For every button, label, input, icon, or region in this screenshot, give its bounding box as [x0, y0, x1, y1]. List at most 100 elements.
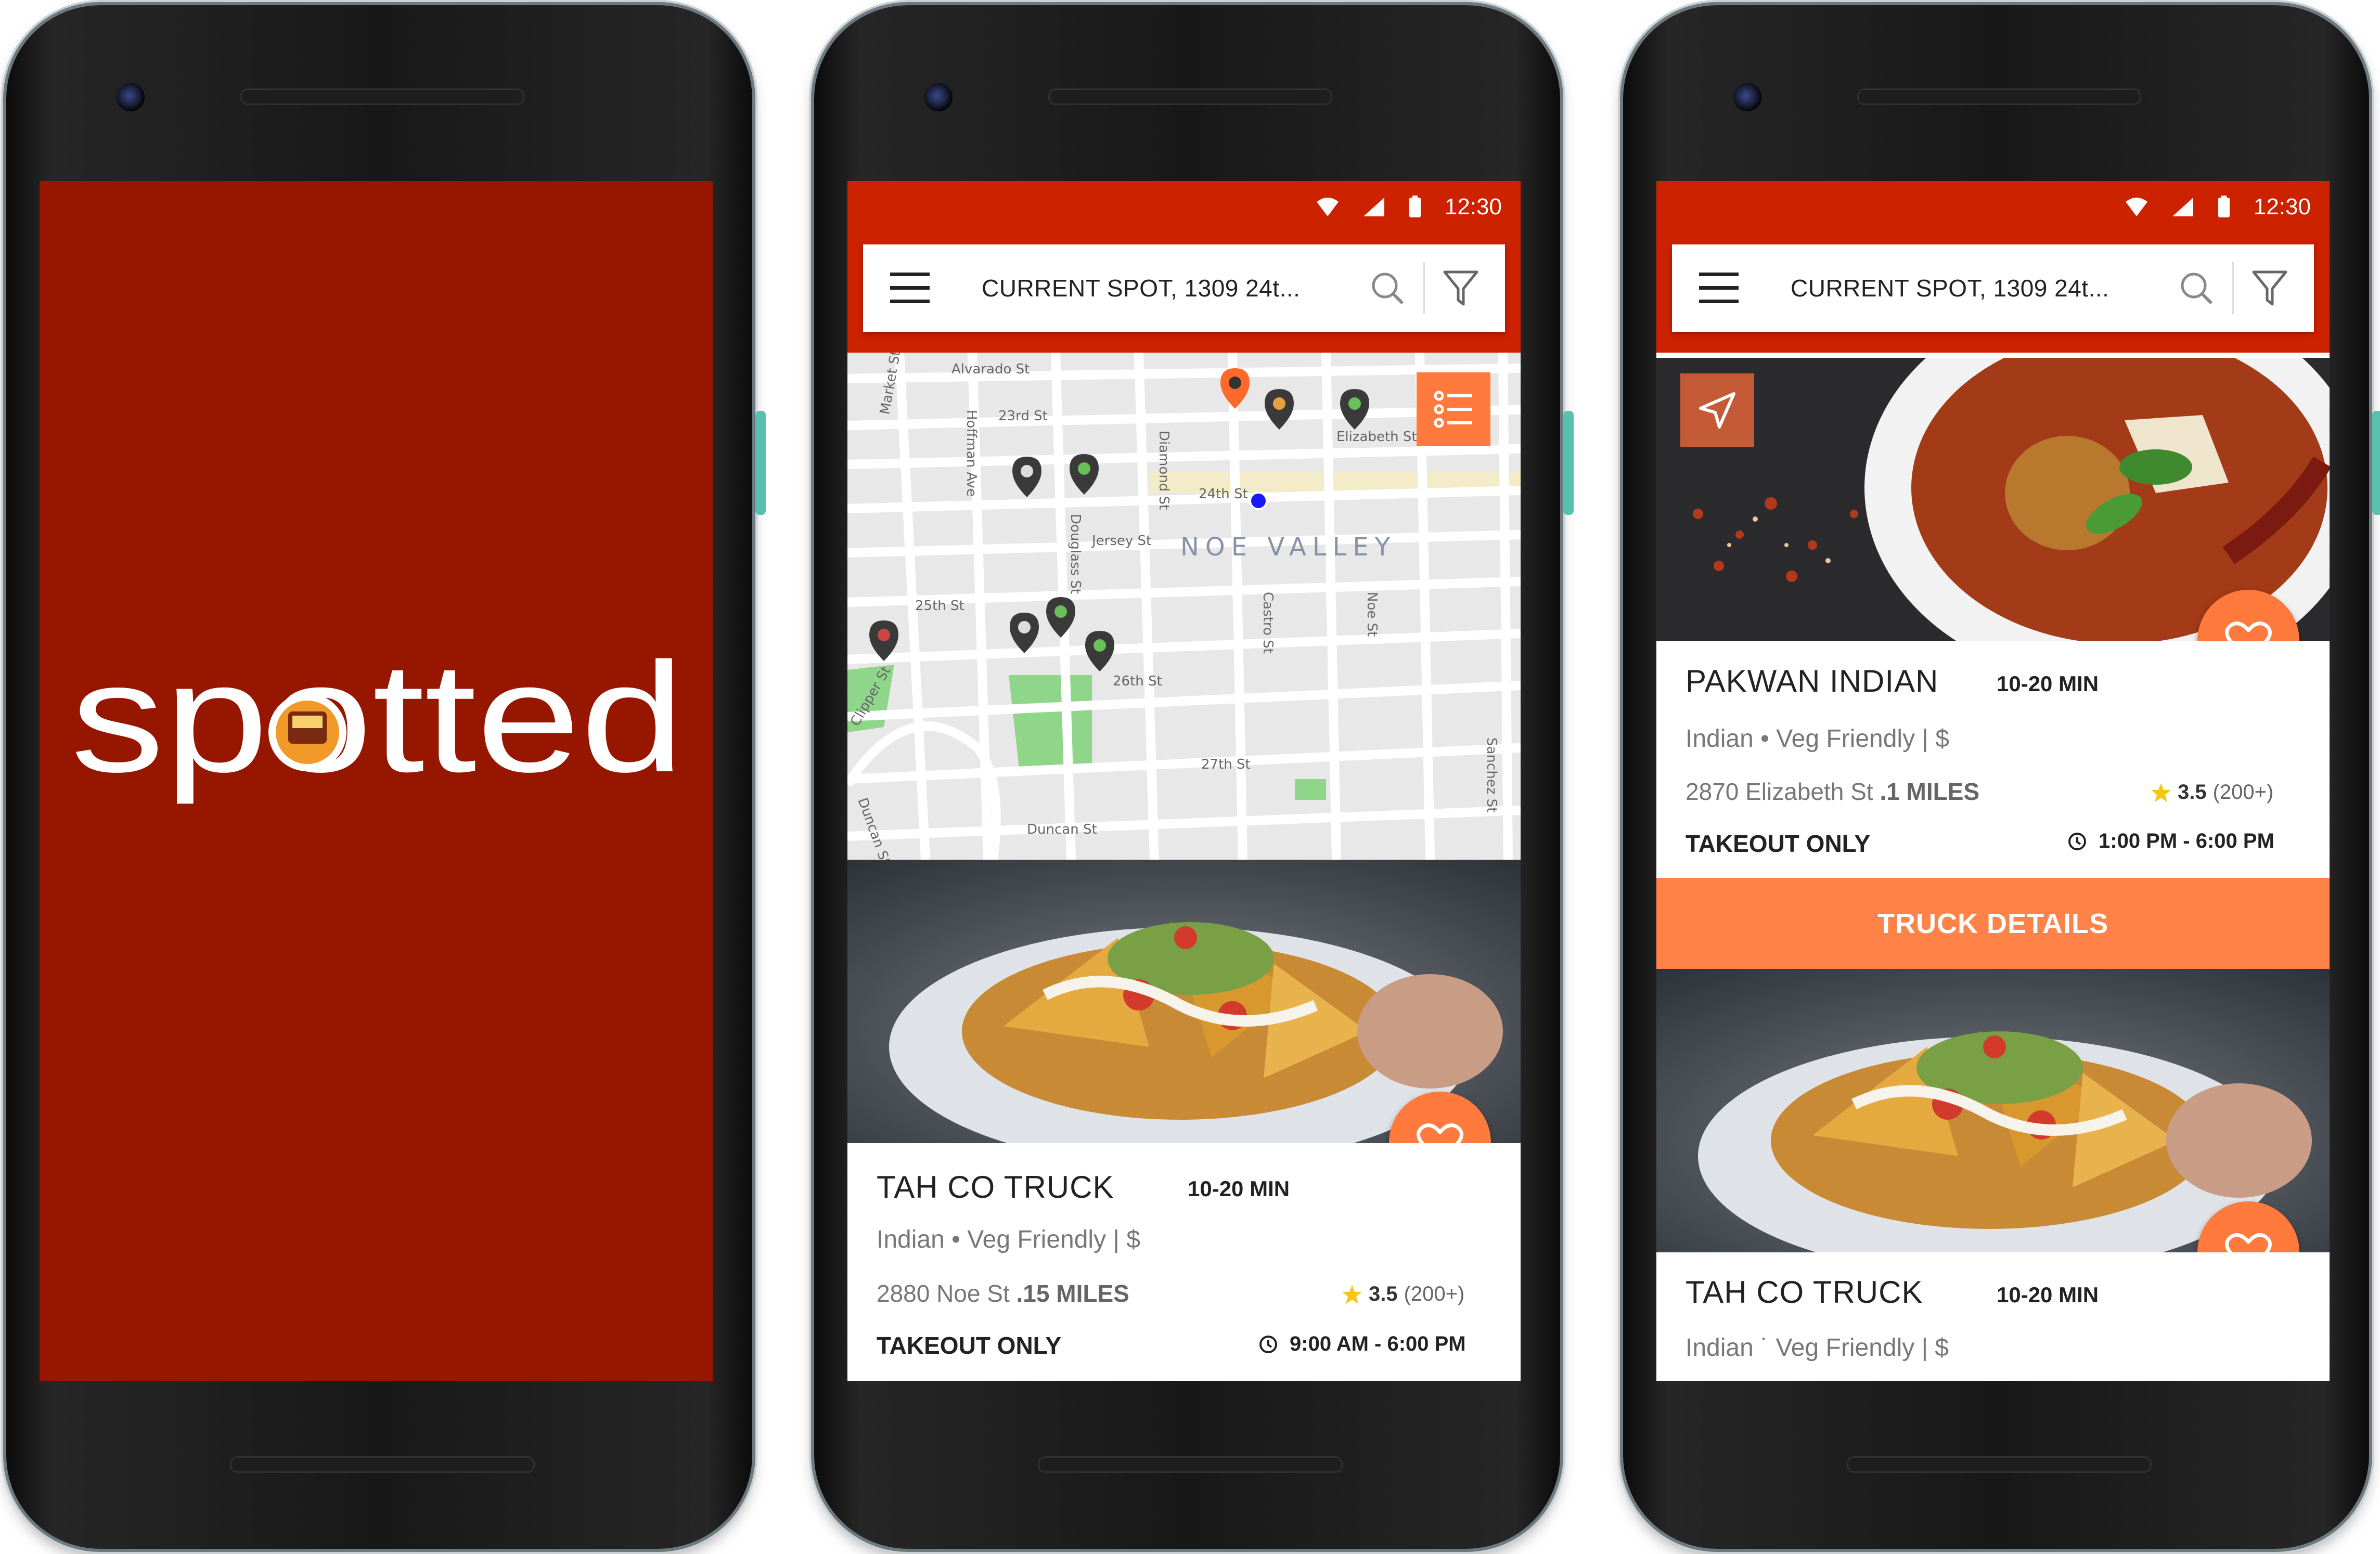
street-label: 24th St: [1199, 486, 1248, 502]
clock-icon: [1259, 1335, 1277, 1353]
status-bar: 12:30: [847, 181, 1521, 233]
wifi-icon: [1316, 198, 1339, 216]
park-area: [1009, 675, 1092, 769]
map-screen: 12:30 CURRENT SPOT, 1309 24t... Alvarado…: [847, 181, 1521, 1381]
truck-name: TAH CO TRUCK: [1686, 1275, 1923, 1310]
phone-map: 12:30 CURRENT SPOT, 1309 24t... Alvarado…: [814, 5, 1574, 1549]
earpiece: [240, 88, 524, 105]
truck-card[interactable]: TAH CO TRUCK 10-20 MIN Indian ˙ Veg Frie…: [1656, 1252, 2330, 1381]
rating-count: (200+): [1404, 1283, 1465, 1305]
power-button[interactable]: [755, 411, 766, 515]
truck-hours: 9:00 AM - 6:00 PM: [1258, 1332, 1466, 1356]
street-label: 26th St: [1113, 674, 1162, 689]
star-icon: [2151, 783, 2171, 802]
truck-card[interactable]: TAH CO TRUCK 10-20 MIN Indian • Veg Frie…: [847, 1143, 1521, 1381]
street-label: Douglass St: [1067, 514, 1083, 594]
battery-icon: [1409, 196, 1421, 217]
search-bar[interactable]: CURRENT SPOT, 1309 24t...: [863, 244, 1505, 332]
filter-icon[interactable]: [2252, 269, 2288, 307]
street-label: Diamond St: [1156, 431, 1172, 510]
clock-time: 12:30: [2253, 194, 2311, 219]
navigate-icon: [1699, 392, 1735, 429]
rating-value: 3.5: [1369, 1283, 1398, 1305]
navigate-button[interactable]: [1680, 373, 1754, 447]
clock-icon: [2068, 832, 2086, 850]
service-type: TAKEOUT ONLY: [877, 1332, 1062, 1359]
truck-address: 2880 Noe St: [877, 1280, 1010, 1307]
status-bar: 12:30: [1656, 181, 2330, 233]
star-icon: [1342, 1285, 1362, 1304]
bottom-speaker: [1038, 1456, 1343, 1473]
truck-address-row: 2880 Noe St .15 MILES: [877, 1279, 1129, 1307]
power-button[interactable]: [2372, 411, 2380, 515]
truck-name: TAH CO TRUCK: [877, 1170, 1114, 1205]
rating-count: (200+): [2212, 781, 2274, 804]
street-label: 25th St: [915, 598, 964, 614]
search-divider: [2232, 262, 2234, 314]
search-icon[interactable]: [1369, 270, 1406, 306]
menu-icon[interactable]: [1699, 273, 1739, 304]
truck-address-row: 2870 Elizabeth St .1 MILES: [1686, 778, 1979, 806]
street-label: Jersey St: [1091, 533, 1151, 549]
search-divider: [1423, 262, 1425, 314]
search-bar[interactable]: CURRENT SPOT, 1309 24t...: [1672, 244, 2314, 332]
truck-icon: [268, 693, 346, 771]
phone-list: 12:30 CURRENT SPOT, 1309 24t... PAKWAN I…: [1623, 5, 2380, 1549]
truck-rating: 3.5 (200+): [2151, 781, 2273, 804]
street-label: Castro St: [1260, 592, 1276, 654]
front-camera: [117, 83, 145, 111]
truck-distance: .1 MILES: [1880, 778, 1980, 805]
signal-icon: [1363, 198, 1384, 216]
truck-details-button[interactable]: TRUCK DETAILS: [1656, 878, 2330, 969]
street-label: Hoffman Ave: [963, 410, 979, 497]
hours-text: 9:00 AM - 6:00 PM: [1290, 1332, 1466, 1355]
current-location-dot: [1249, 491, 1268, 510]
list-icon: [1434, 391, 1472, 428]
truck-hours: 1:00 PM - 6:00 PM: [2067, 830, 2274, 853]
truck-card[interactable]: PAKWAN INDIAN 10-20 MIN Indian • Veg Fri…: [1656, 641, 2330, 878]
front-camera: [1733, 83, 1761, 111]
clock-time: 12:30: [1444, 194, 1502, 219]
street-label: Duncan St: [1027, 822, 1097, 837]
truck-categories: Indian • Veg Friendly | $: [877, 1226, 1140, 1253]
list-view-button[interactable]: [1417, 372, 1490, 446]
battery-icon: [2218, 196, 2230, 217]
spotted-logo: spotted: [71, 649, 685, 806]
truck-categories: Indian • Veg Friendly | $: [1686, 725, 1949, 753]
menu-icon[interactable]: [890, 273, 930, 304]
park-area: [1295, 779, 1326, 800]
street-label: Noe St: [1364, 592, 1380, 637]
hours-text: 1:00 PM - 6:00 PM: [2099, 830, 2274, 852]
truck-rating: 3.5 (200+): [1342, 1283, 1464, 1306]
current-spot-text[interactable]: CURRENT SPOT, 1309 24t...: [1791, 274, 2178, 302]
wait-time: 10-20 MIN: [1997, 671, 2099, 696]
street-label: 23rd St: [998, 408, 1048, 424]
phone-splash: spotted: [6, 5, 766, 1549]
wait-time: 10-20 MIN: [1997, 1283, 2099, 1307]
search-icon[interactable]: [2178, 270, 2215, 306]
logo-text: spotted: [71, 649, 685, 806]
rating-value: 3.5: [2178, 781, 2207, 804]
street-label: 27th St: [1201, 757, 1251, 772]
list-screen: 12:30 CURRENT SPOT, 1309 24t... PAKWAN I…: [1656, 181, 2330, 1381]
truck-distance: .15 MILES: [1016, 1280, 1129, 1307]
neighborhood-label: NOE VALLEY: [1180, 533, 1396, 562]
front-camera: [924, 83, 953, 111]
filter-icon[interactable]: [1443, 269, 1479, 307]
wait-time: 10-20 MIN: [1188, 1176, 1290, 1201]
truck-categories: Indian ˙ Veg Friendly | $: [1686, 1334, 1949, 1362]
splash-screen: spotted: [40, 181, 713, 1381]
bottom-speaker: [230, 1456, 535, 1473]
street-label: Alvarado St: [951, 361, 1030, 377]
street-label: Elizabeth St: [1336, 429, 1417, 445]
wifi-icon: [2125, 198, 2147, 216]
truck-address: 2870 Elizabeth St: [1686, 778, 1873, 805]
earpiece: [1048, 88, 1332, 105]
earpiece: [1857, 88, 2141, 105]
bottom-speaker: [1847, 1456, 2152, 1473]
service-type: TAKEOUT ONLY: [1686, 830, 1871, 857]
signal-icon: [2172, 198, 2193, 216]
power-button[interactable]: [1563, 411, 1574, 515]
current-spot-text[interactable]: CURRENT SPOT, 1309 24t...: [982, 274, 1369, 302]
truck-name: PAKWAN INDIAN: [1686, 664, 1939, 698]
